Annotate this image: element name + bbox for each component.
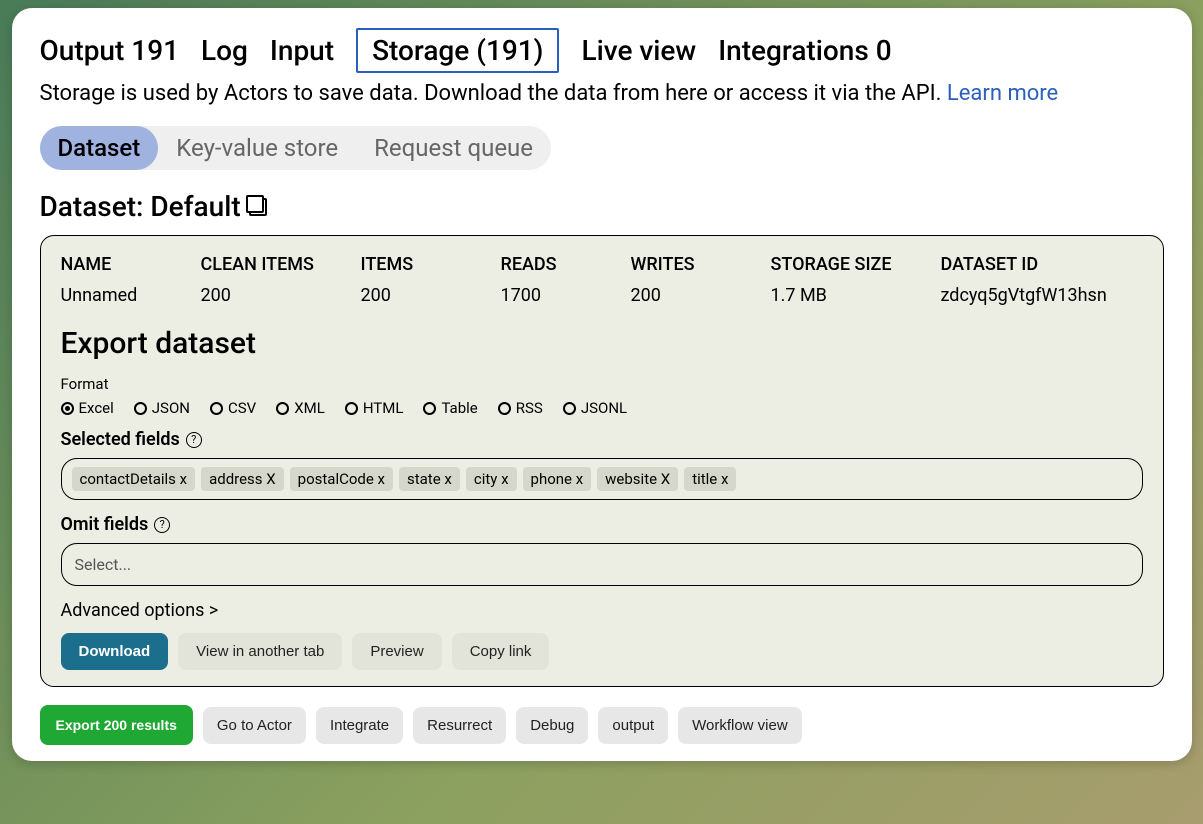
format-radio-html[interactable]: HTML [345, 399, 404, 417]
field-chip[interactable]: postalCode x [290, 467, 393, 491]
export-results-button[interactable]: Export 200 results [40, 705, 193, 745]
radio-label: RSS [516, 399, 543, 417]
go-to-actor-button[interactable]: Go to Actor [203, 707, 306, 744]
radio-icon [134, 402, 147, 415]
radio-label: Table [441, 399, 477, 417]
storage-description: Storage is used by Actors to save data. … [40, 81, 1164, 106]
format-label: Format [61, 375, 1143, 393]
field-chip[interactable]: state x [399, 467, 460, 491]
description-text: Storage is used by Actors to save data. … [40, 81, 942, 106]
help-icon[interactable]: ? [186, 432, 202, 448]
bottom-action-row: Export 200 results Go to Actor Integrate… [40, 705, 1164, 745]
tab-storage[interactable]: Storage (191) [356, 28, 559, 73]
radio-icon [210, 402, 223, 415]
format-radio-jsonl[interactable]: JSONL [563, 399, 627, 417]
sub-tab-dataset[interactable]: Dataset [40, 126, 159, 170]
stats-hdr-storage-size: STORAGE SIZE [771, 254, 941, 275]
stats-val-clean-items: 200 [201, 285, 361, 306]
radio-icon [563, 402, 576, 415]
field-chip[interactable]: city x [466, 467, 517, 491]
format-radios: Excel JSON CSV XML HTML Table RSS JSONL [61, 399, 1143, 417]
advanced-options-toggle[interactable]: Advanced options > [61, 600, 1143, 621]
radio-label: JSONL [581, 399, 627, 417]
integrate-button[interactable]: Integrate [316, 707, 403, 744]
radio-icon [423, 402, 436, 415]
debug-button[interactable]: Debug [516, 707, 588, 744]
download-button[interactable]: Download [61, 633, 169, 670]
format-radio-json[interactable]: JSON [134, 399, 190, 417]
selected-fields-chips: contactDetails xaddress XpostalCode xsta… [72, 467, 1132, 491]
selected-fields-box[interactable]: contactDetails xaddress XpostalCode xsta… [61, 458, 1143, 500]
stats-hdr-clean-items: CLEAN ITEMS [201, 254, 361, 275]
tab-input[interactable]: Input [270, 34, 334, 67]
radio-label: Excel [79, 399, 114, 417]
tab-integrations[interactable]: Integrations 0 [718, 34, 891, 67]
stats-val-writes: 200 [631, 285, 771, 306]
format-radio-csv[interactable]: CSV [210, 399, 256, 417]
field-chip[interactable]: contactDetails x [72, 467, 196, 491]
format-radio-table[interactable]: Table [423, 399, 477, 417]
storage-sub-tabs: Dataset Key-value store Request queue [40, 126, 552, 170]
sub-tab-kv[interactable]: Key-value store [158, 126, 356, 170]
field-chip[interactable]: title x [684, 467, 736, 491]
resurrect-button[interactable]: Resurrect [413, 707, 506, 744]
omit-fields-label: Omit fields ? [61, 514, 1143, 535]
copy-icon[interactable] [249, 198, 267, 216]
tab-output[interactable]: Output 191 [40, 34, 180, 67]
dataset-stats: NAME CLEAN ITEMS ITEMS READS WRITES STOR… [61, 254, 1143, 306]
radio-label: CSV [228, 399, 256, 417]
stats-hdr-items: ITEMS [361, 254, 501, 275]
dataset-title: Dataset: Default [40, 190, 1164, 223]
sub-tab-rq[interactable]: Request queue [356, 126, 551, 170]
omit-fields-text: Omit fields [61, 514, 149, 535]
stats-hdr-dataset-id: DATASET ID [941, 254, 1143, 275]
learn-more-link[interactable]: Learn more [947, 81, 1058, 106]
stats-hdr-name: NAME [61, 254, 201, 275]
field-chip[interactable]: address X [201, 467, 284, 491]
dataset-title-text: Dataset: Default [40, 190, 241, 223]
selected-fields-label: Selected fields ? [61, 429, 1143, 450]
radio-icon [276, 402, 289, 415]
radio-label: HTML [363, 399, 404, 417]
output-button[interactable]: output [598, 707, 668, 744]
radio-icon [345, 402, 358, 415]
stats-val-name: Unnamed [61, 285, 201, 306]
copy-link-button[interactable]: Copy link [452, 633, 550, 670]
selected-fields-text: Selected fields [61, 429, 180, 450]
workflow-view-button[interactable]: Workflow view [678, 707, 802, 744]
format-radio-xml[interactable]: XML [276, 399, 325, 417]
stats-val-dataset-id: zdcyq5gVtgfW13hsn [941, 285, 1143, 306]
radio-icon [61, 402, 74, 415]
preview-button[interactable]: Preview [352, 633, 441, 670]
radio-label: XML [294, 399, 325, 417]
radio-icon [498, 402, 511, 415]
format-radio-rss[interactable]: RSS [498, 399, 543, 417]
stats-hdr-writes: WRITES [631, 254, 771, 275]
export-dataset-title: Export dataset [61, 326, 1143, 361]
omit-fields-box[interactable]: Select... [61, 543, 1143, 586]
radio-label: JSON [152, 399, 190, 417]
stats-val-items: 200 [361, 285, 501, 306]
stats-val-reads: 1700 [501, 285, 631, 306]
top-tabs: Output 191 Log Input Storage (191) Live … [40, 28, 1164, 73]
help-icon[interactable]: ? [154, 517, 170, 533]
omit-placeholder: Select... [72, 552, 1132, 577]
tab-liveview[interactable]: Live view [581, 34, 696, 67]
export-action-row: Download View in another tab Preview Cop… [61, 633, 1143, 670]
stats-val-storage-size: 1.7 MB [771, 285, 941, 306]
tab-log[interactable]: Log [201, 34, 248, 67]
stats-hdr-reads: READS [501, 254, 631, 275]
dataset-panel: NAME CLEAN ITEMS ITEMS READS WRITES STOR… [40, 235, 1164, 687]
format-radio-excel[interactable]: Excel [61, 399, 114, 417]
field-chip[interactable]: website X [597, 467, 678, 491]
field-chip[interactable]: phone x [523, 467, 592, 491]
view-tab-button[interactable]: View in another tab [178, 633, 342, 670]
